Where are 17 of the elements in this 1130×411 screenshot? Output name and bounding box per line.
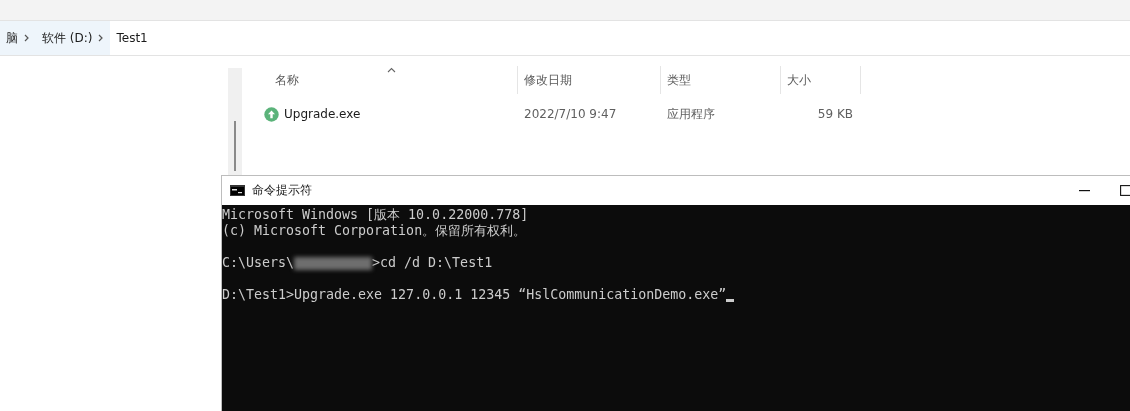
breadcrumb-item[interactable]: 脑 [0, 21, 36, 55]
file-name[interactable]: Upgrade.exe [284, 107, 361, 121]
window-title: 命令提示符 [252, 182, 312, 199]
breadcrumb-item[interactable]: Test1 [110, 21, 154, 55]
column-header[interactable]: 类型 [661, 66, 781, 94]
file-size: 59 KB [817, 107, 853, 121]
file-type: 应用程序 [667, 105, 715, 123]
console-text: Microsoft Windows [版本 10.0.22000.778] [222, 207, 529, 223]
console-command: D:\Test1>Upgrade.exe 127.0.0.1 12345 “HslCommunicationDemo.exe” [222, 287, 727, 303]
column-header[interactable]: 修改日期 [518, 66, 661, 94]
column-header[interactable]: 名称 [245, 66, 518, 94]
modified-date: 2022/7/10 9:47 [524, 107, 617, 121]
console-command: C:\Users\ [222, 255, 295, 271]
breadcrumb-item[interactable]: 软件 (D:) [36, 21, 111, 55]
console-text: (c) Microsoft Corporation。保留所有权利。 [222, 223, 527, 239]
column-header[interactable]: 大小 [781, 66, 861, 94]
console-command: >cd /d D:\Test1 [372, 255, 493, 271]
